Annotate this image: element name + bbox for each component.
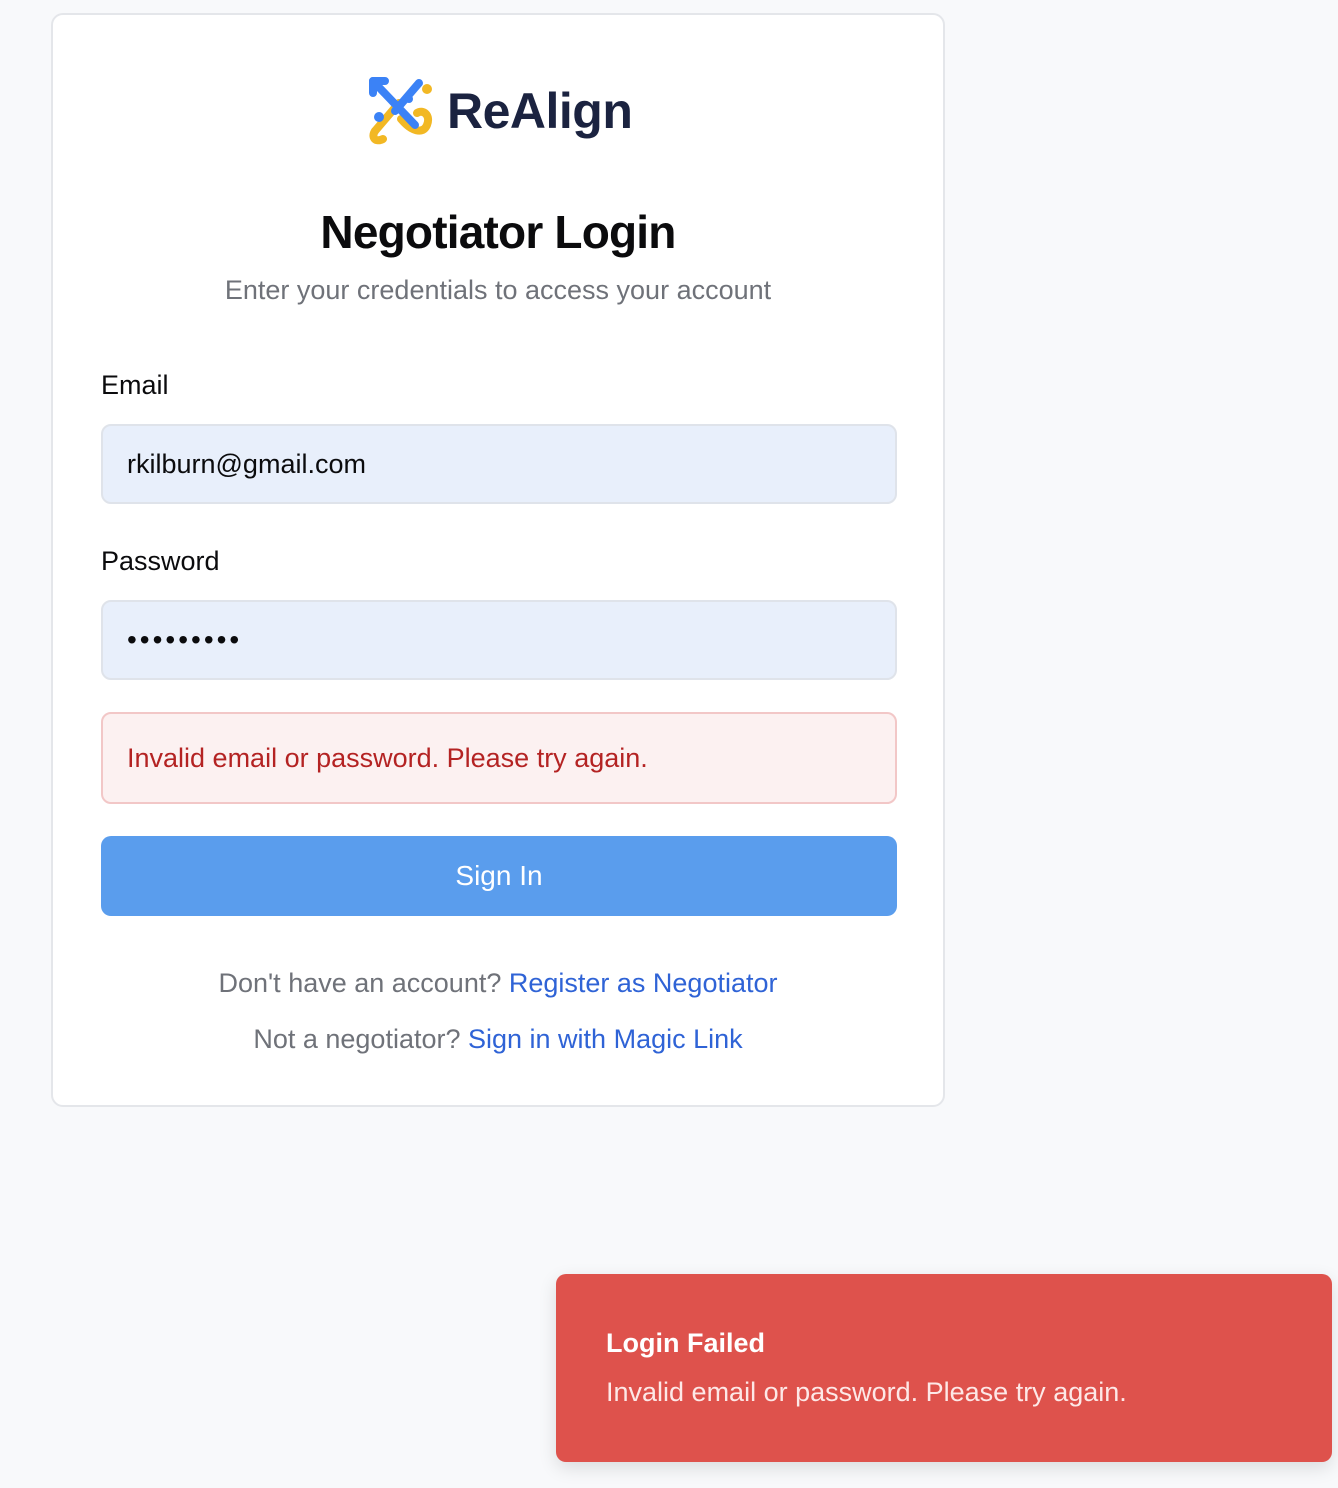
brand-logo: ReAlign [365,73,633,149]
magic-link-prompt: Not a negotiator? [253,1024,468,1054]
register-line: Don't have an account? Register as Negot… [53,968,943,999]
sign-in-button[interactable]: Sign In [101,836,897,916]
page-title: Negotiator Login [320,206,676,258]
magic-link-link[interactable]: Sign in with Magic Link [468,1024,743,1054]
register-prompt: Don't have an account? [218,968,509,998]
error-alert: Invalid email or password. Please try ag… [101,712,897,804]
login-card: ReAlign Negotiator Login Enter your cred… [51,13,945,1107]
toast-message: Invalid email or password. Please try ag… [606,1377,1127,1407]
page-subtitle: Enter your credentials to access your ac… [224,275,772,305]
error-toast[interactable]: Login Failed Invalid email or password. … [556,1274,1332,1462]
brand-name: ReAlign [447,83,633,139]
magic-link-line: Not a negotiator? Sign in with Magic Lin… [53,1024,943,1055]
realign-logo-icon [369,77,432,145]
register-link[interactable]: Register as Negotiator [509,968,778,998]
password-label: Password [101,546,220,576]
email-field[interactable] [101,424,897,504]
email-label: Email [101,370,169,400]
toast-title: Login Failed [606,1328,765,1358]
password-field[interactable] [101,600,897,680]
